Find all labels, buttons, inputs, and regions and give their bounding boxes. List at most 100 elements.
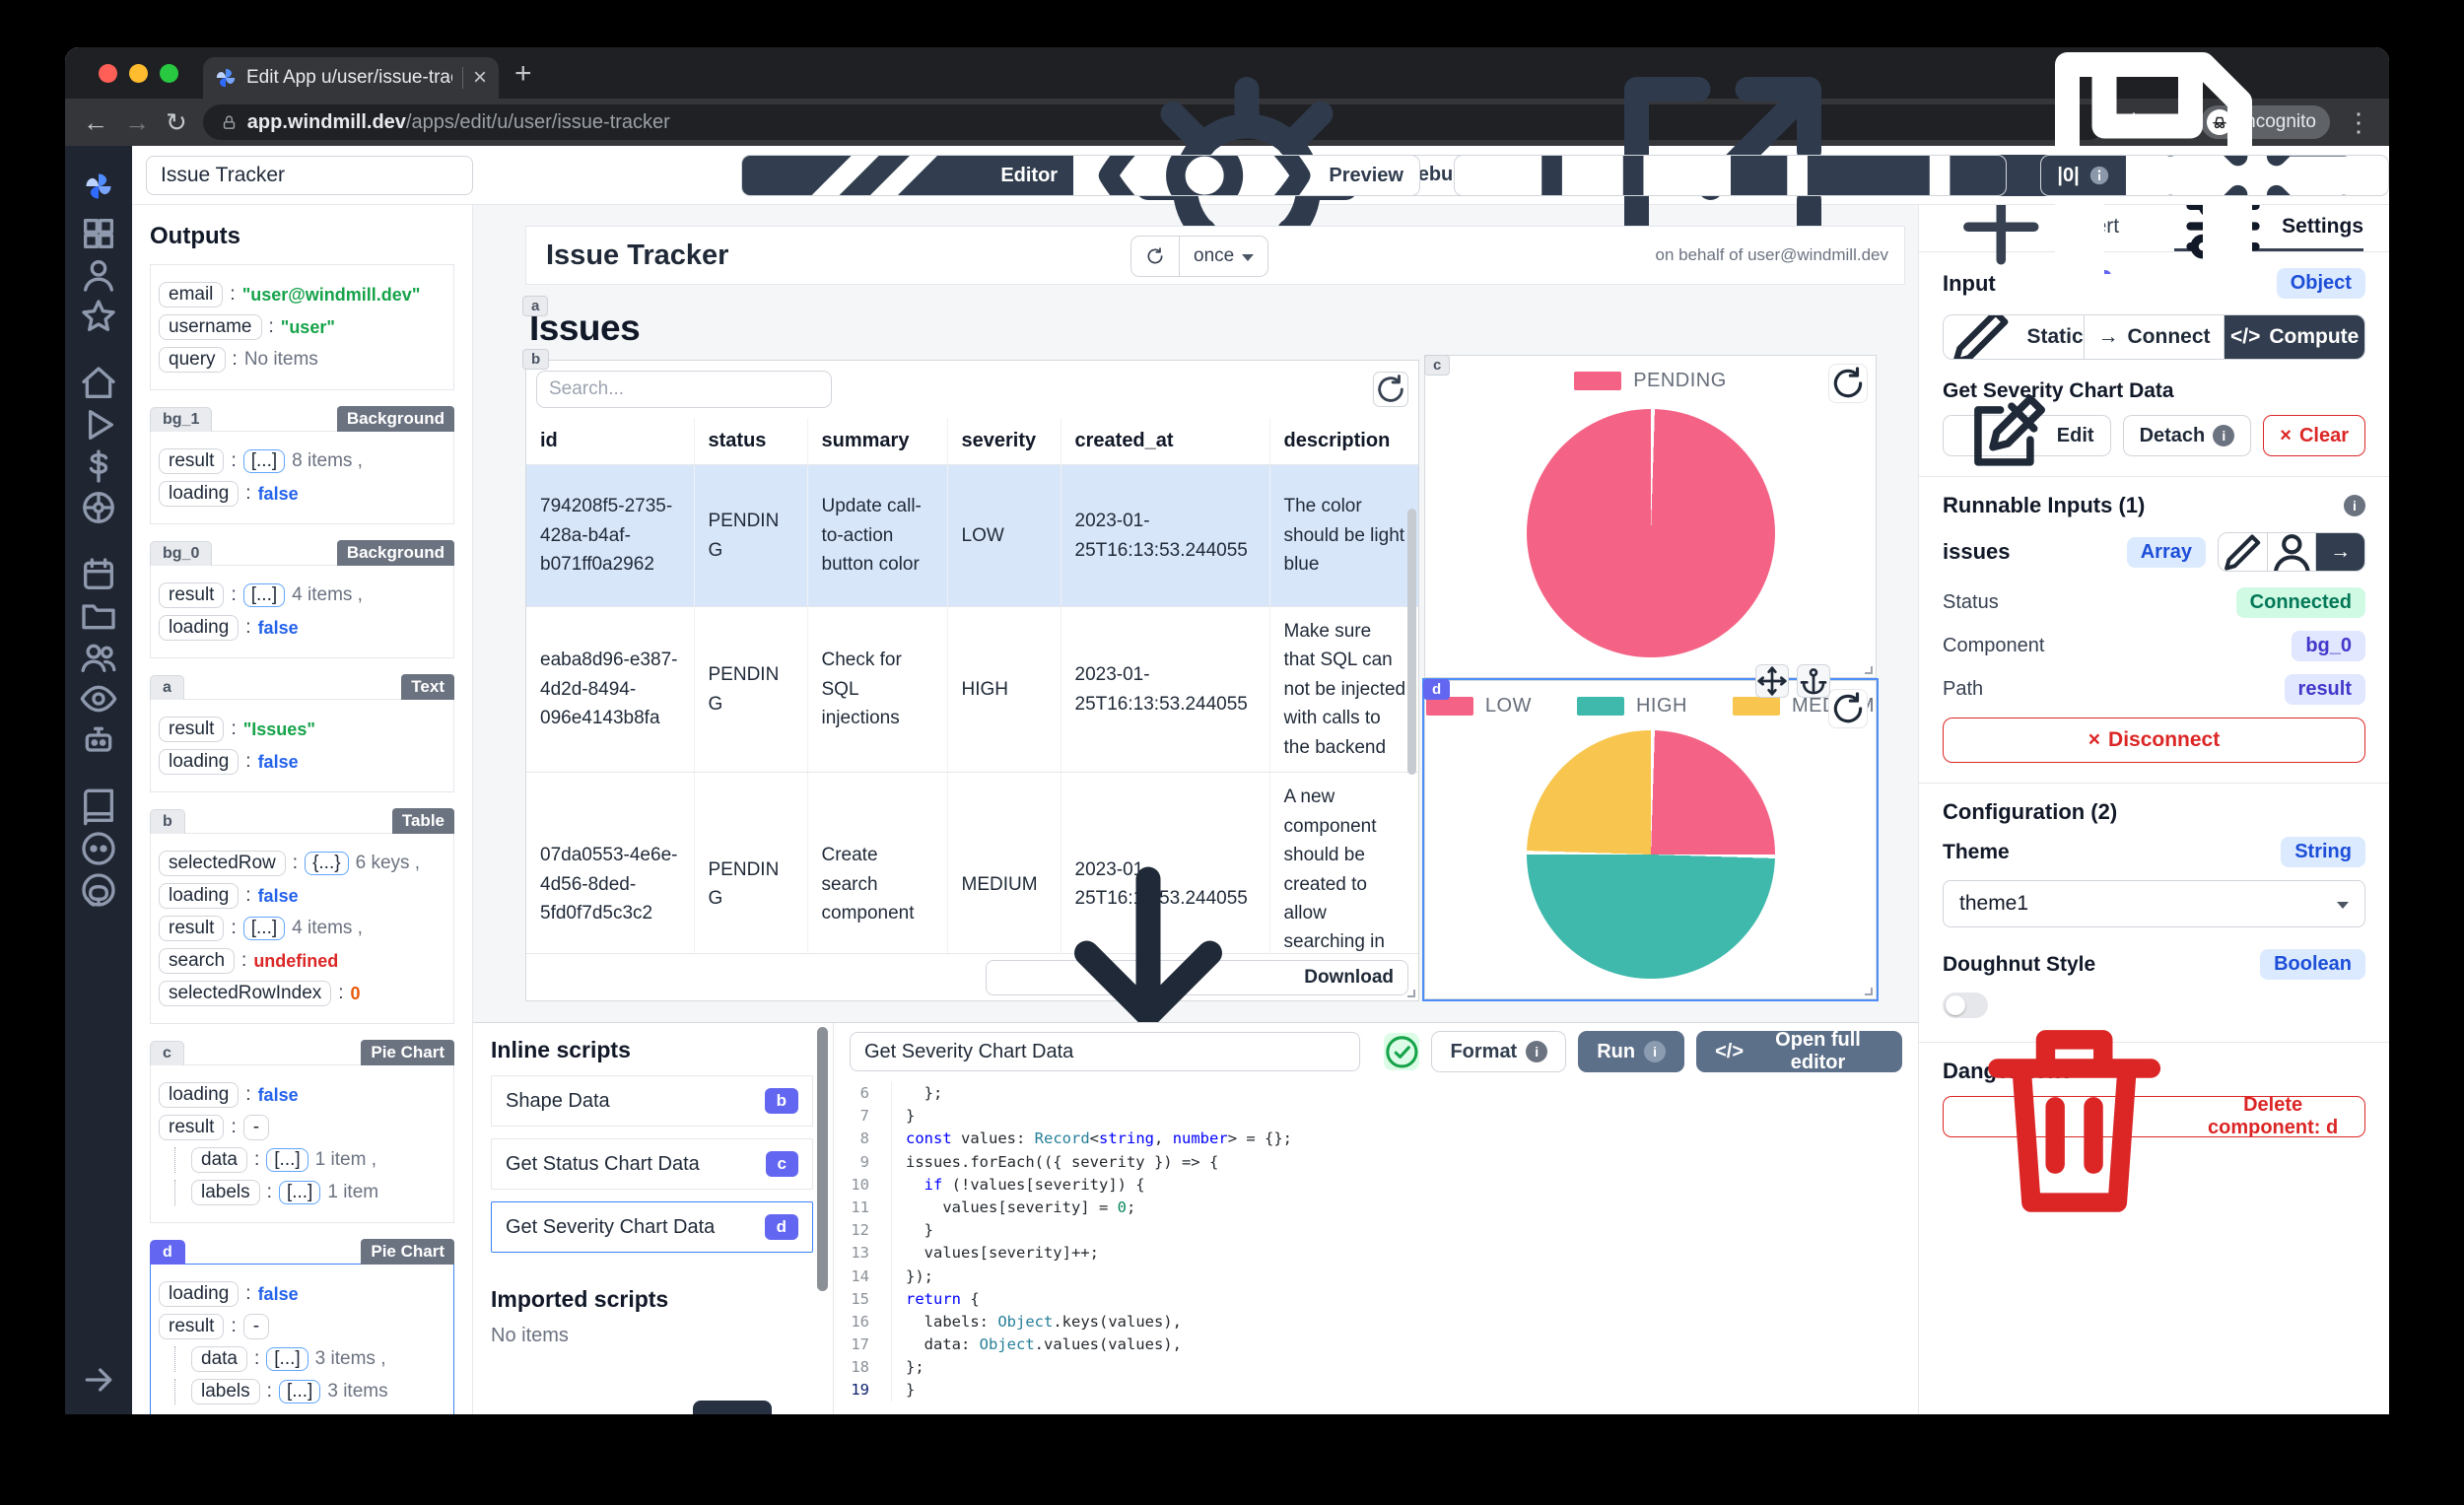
browser-tab[interactable]: Edit App u/user/issue-tracker × [203, 57, 499, 99]
open-full-editor-button[interactable]: </> Open full editor [1696, 1029, 1902, 1073]
anchor-component-button[interactable] [1797, 664, 1830, 698]
component-badge-a[interactable]: a [522, 296, 549, 316]
run-button[interactable]: Run i [1578, 1031, 1685, 1072]
move-component-button[interactable] [1755, 664, 1789, 698]
table-column-header[interactable]: description [1269, 418, 1418, 465]
script-name-input[interactable] [850, 1032, 1360, 1071]
inline-script-item[interactable]: Shape Data b [491, 1075, 813, 1127]
table-search-input[interactable] [536, 371, 832, 408]
connect-input-button[interactable]: → [2316, 533, 2364, 571]
reload-icon[interactable]: ↻ [166, 109, 187, 135]
output-value[interactable]: [...] [278, 1380, 321, 1403]
wheel-icon[interactable] [79, 487, 118, 528]
output-key-pill[interactable]: loading [159, 1281, 240, 1307]
desktop-view-button[interactable] [1730, 156, 2007, 195]
preview-mode-button[interactable]: Preview [1073, 156, 1419, 195]
output-key-pill[interactable]: email [159, 282, 224, 308]
output-key-pill[interactable]: loading [159, 1082, 240, 1108]
detach-script-button[interactable]: Detach i [2122, 415, 2252, 456]
delete-component-button[interactable]: Delete component: d [1943, 1030, 2365, 1213]
eye-icon[interactable] [79, 678, 118, 719]
close-tab-icon[interactable]: × [473, 66, 487, 90]
mobile-view-button[interactable] [1455, 156, 1731, 195]
output-key-pill[interactable]: data [191, 1346, 247, 1372]
table-scrollbar[interactable] [1407, 509, 1416, 775]
back-icon[interactable]: ← [83, 109, 108, 135]
close-window-button[interactable] [99, 64, 117, 83]
table-column-header[interactable]: severity [947, 418, 1061, 465]
pie-chart-d[interactable]: d LOWHIGHMEDIUM [1422, 664, 1879, 1001]
arrow-right-icon[interactable] [79, 1359, 118, 1401]
table-column-header[interactable]: created_at [1061, 418, 1270, 465]
edit-script-button[interactable]: Edit [1943, 394, 2111, 466]
path-value-badge[interactable]: result [2284, 674, 2365, 705]
app-title-input[interactable] [146, 155, 473, 195]
legend-item[interactable]: PENDING [1574, 370, 1727, 392]
code-editor-area[interactable]: 6 }; 7} 8 const values: Record<string, numb… [834, 1080, 1918, 1414]
output-value[interactable]: [...] [278, 1181, 321, 1204]
table-row[interactable]: 794208f5-2735-428a-b4af-b071ff0a2962 PEND… [526, 464, 1418, 607]
minimize-window-button[interactable] [129, 64, 148, 83]
new-tab-button[interactable]: + [514, 57, 532, 99]
component-badge-d[interactable]: d [1423, 679, 1451, 700]
output-key-pill[interactable]: data [191, 1147, 247, 1173]
play-icon[interactable] [79, 404, 118, 445]
output-component-tab[interactable]: c [150, 1041, 184, 1065]
resize-handle[interactable] [1865, 988, 1873, 995]
output-key-pill[interactable]: selectedRow [159, 851, 286, 876]
apps-grid-icon[interactable] [79, 213, 118, 254]
format-button[interactable]: Format i [1431, 1031, 1567, 1072]
output-key-pill[interactable]: search [159, 948, 236, 974]
output-component-tab[interactable]: d [150, 1240, 185, 1265]
output-key-pill[interactable]: labels [191, 1180, 260, 1205]
component-value-badge[interactable]: bg_0 [2292, 631, 2365, 661]
table-row[interactable]: eaba8d96-e387-4d2d-8494-096e4143b8fa PEND… [526, 606, 1418, 774]
output-component-tab[interactable]: bg_0 [150, 541, 213, 566]
schema-toggle-button[interactable]: |0| [2041, 156, 2126, 195]
discord-icon[interactable] [79, 828, 118, 869]
output-value[interactable]: [...] [242, 583, 286, 607]
output-key-pill[interactable]: selectedRowIndex [159, 981, 332, 1006]
output-key-pill[interactable]: username [159, 314, 262, 340]
inline-script-item[interactable]: Get Severity Chart Data d [491, 1201, 813, 1253]
github-icon[interactable] [79, 869, 118, 911]
pie-chart-c[interactable]: c PENDING [1424, 355, 1877, 678]
output-key-pill[interactable]: loading [159, 883, 240, 909]
output-key-pill[interactable]: result [159, 448, 225, 474]
fullscreen-button[interactable] [2126, 156, 2388, 195]
output-key-pill[interactable]: loading [159, 481, 240, 507]
doughnut-toggle[interactable] [1943, 992, 1988, 1018]
pie-c-refresh-button[interactable] [1828, 364, 1868, 403]
book-icon[interactable] [79, 787, 118, 828]
home-icon[interactable] [79, 363, 118, 404]
clear-script-button[interactable]: × Clear [2263, 415, 2365, 456]
forward-icon[interactable]: → [124, 109, 150, 135]
bot-icon[interactable] [79, 719, 118, 761]
output-value[interactable]: {...} [305, 852, 349, 875]
output-value[interactable]: [...] [266, 1347, 308, 1371]
output-component-tab[interactable]: b [150, 809, 185, 834]
output-value[interactable]: [...] [242, 449, 286, 473]
static-input-button[interactable] [2219, 533, 2268, 571]
browser-menu-icon[interactable]: ⋮ [2346, 109, 2371, 135]
output-component-tab[interactable]: bg_1 [150, 407, 213, 432]
output-key-pill[interactable]: result [159, 717, 225, 742]
component-badge-b[interactable]: b [522, 349, 550, 370]
editor-mode-button[interactable]: Editor [742, 156, 1074, 195]
download-button[interactable]: Download [986, 866, 1408, 1076]
disconnect-button[interactable]: × Disconnect [1943, 718, 2365, 763]
output-key-pill[interactable]: result [159, 1314, 225, 1339]
resize-handle[interactable] [1407, 990, 1415, 997]
output-value[interactable]: - [242, 1314, 270, 1339]
folder-icon[interactable] [79, 595, 118, 637]
user-icon[interactable] [79, 254, 118, 296]
info-icon[interactable]: i [2344, 495, 2365, 516]
table-column-header[interactable]: id [526, 418, 695, 465]
output-key-pill[interactable]: query [159, 347, 226, 373]
windmill-logo[interactable] [79, 160, 118, 213]
resize-handle[interactable] [1865, 666, 1873, 674]
output-key-pill[interactable]: result [159, 582, 225, 608]
maximize-window-button[interactable] [160, 64, 178, 83]
star-icon[interactable] [79, 296, 118, 337]
theme-select[interactable]: theme1 [1943, 880, 2365, 927]
